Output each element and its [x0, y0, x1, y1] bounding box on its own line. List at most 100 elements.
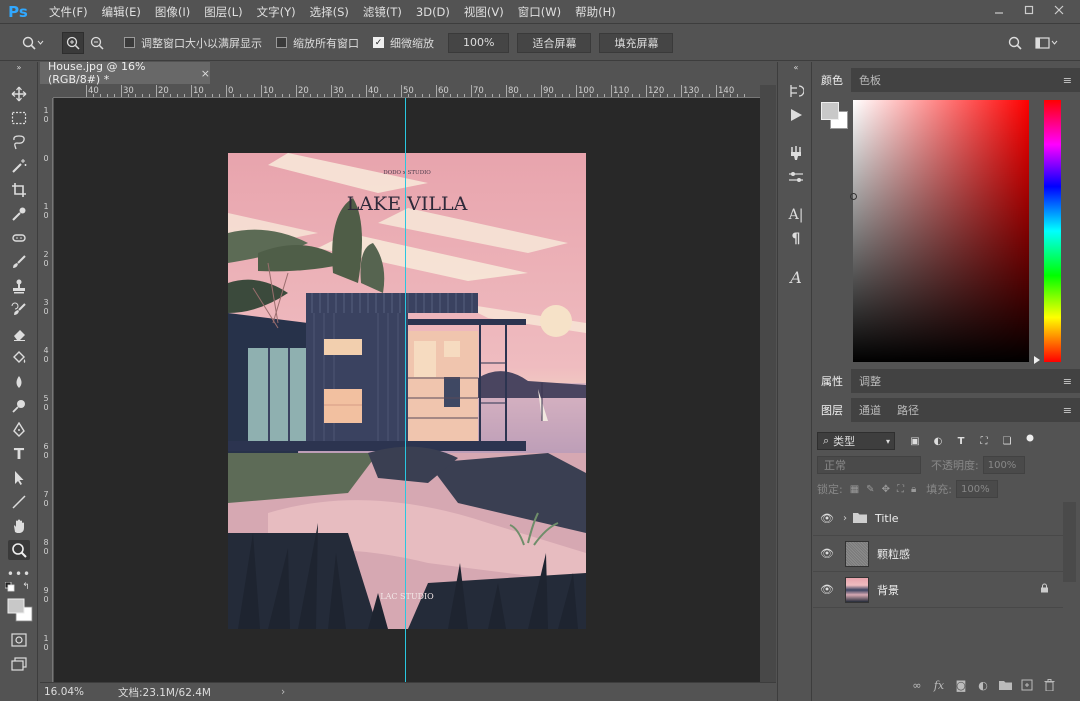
menu-type[interactable]: 文字(Y)	[250, 0, 303, 24]
lock-all-icon[interactable]: 🔒︎	[911, 484, 916, 495]
marquee-tool-icon[interactable]	[8, 108, 30, 128]
menu-layer[interactable]: 图层(L)	[197, 0, 249, 24]
lock-image-icon[interactable]: ✎	[866, 484, 874, 495]
lock-transparent-icon[interactable]: ▦	[850, 484, 859, 495]
tab-properties[interactable]: 属性	[813, 369, 851, 393]
layer-kind-filter[interactable]: ⌕ 类型 ▾	[817, 432, 895, 450]
clone-stamp-tool-icon[interactable]	[8, 276, 30, 296]
swap-colors-icon[interactable]: ↰	[20, 582, 32, 592]
lock-position-icon[interactable]: ✥	[882, 484, 890, 495]
scrubby-zoom-box[interactable]: ✓	[373, 37, 384, 48]
more-tools-icon[interactable]: •••	[7, 564, 30, 584]
zoom-in-icon[interactable]	[62, 31, 84, 54]
filter-type-icon[interactable]: T	[951, 432, 971, 450]
zoom-level[interactable]: 16.04%	[44, 686, 114, 698]
screen-mode-icon[interactable]	[8, 654, 30, 674]
properties-panel-menu-icon[interactable]: ≡	[1063, 375, 1072, 388]
eye-icon[interactable]: 👁︎	[813, 547, 841, 560]
menu-image[interactable]: 图像(I)	[148, 0, 197, 24]
collapse-tools-icon[interactable]: »	[8, 62, 30, 72]
filter-toggle-icon[interactable]	[1020, 432, 1040, 450]
trash-icon[interactable]	[1038, 676, 1060, 694]
default-colors-icon[interactable]	[4, 582, 16, 592]
fill-screen-button[interactable]: 填充屏幕	[599, 32, 674, 53]
color-swatches-icon[interactable]	[5, 596, 35, 624]
canvas-scrollbar[interactable]	[760, 85, 776, 682]
healing-brush-tool-icon[interactable]	[8, 228, 30, 248]
brush-settings-panel-icon[interactable]	[785, 142, 807, 164]
menu-window[interactable]: 窗口(W)	[511, 0, 568, 24]
link-icon[interactable]: ∞	[906, 676, 928, 694]
close-document-icon[interactable]: ×	[201, 67, 210, 80]
paragraph-panel-icon[interactable]: ¶	[785, 228, 807, 250]
resize-windows-box[interactable]	[124, 37, 135, 48]
eye-icon[interactable]: 👁︎	[813, 512, 841, 525]
fit-screen-button[interactable]: 适合屏幕	[517, 32, 592, 53]
path-selection-tool-icon[interactable]	[8, 468, 30, 488]
tab-adjustments[interactable]: 调整	[851, 369, 889, 393]
brush-presets-panel-icon[interactable]	[785, 166, 807, 188]
actions-panel-icon[interactable]	[785, 104, 807, 126]
eraser-tool-icon[interactable]	[8, 324, 30, 344]
eyedropper-tool-icon[interactable]	[8, 204, 30, 224]
lasso-tool-icon[interactable]	[8, 132, 30, 152]
color-picker-marker[interactable]	[850, 193, 857, 200]
magic-wand-tool-icon[interactable]	[8, 156, 30, 176]
hue-slider-marker[interactable]	[1034, 356, 1040, 364]
history-brush-tool-icon[interactable]	[8, 300, 30, 320]
zoom-all-checkbox[interactable]: 缩放所有窗口	[276, 35, 359, 51]
layers-panel-menu-icon[interactable]: ≡	[1063, 404, 1072, 417]
foreground-color-swatch[interactable]	[821, 102, 839, 120]
character-panel-icon[interactable]: A|	[785, 204, 807, 226]
paint-bucket-tool-icon[interactable]	[8, 348, 30, 368]
fx-icon[interactable]: fx	[928, 676, 950, 694]
filter-shape-icon[interactable]: ⛶	[974, 432, 994, 450]
menu-select[interactable]: 选择(S)	[303, 0, 356, 24]
glyphs-panel-icon[interactable]: A	[785, 266, 807, 288]
folder-icon[interactable]	[994, 676, 1016, 694]
ruler-top[interactable]: 40 30 20 10 0 10 20 30 40 50 60 70 80 90 100 110 120 130 1…	[53, 85, 760, 98]
opacity-input[interactable]: 100%	[982, 456, 1025, 474]
scrubby-zoom-checkbox[interactable]: ✓ 细微缩放	[373, 35, 434, 51]
line-tool-icon[interactable]	[8, 492, 30, 512]
filter-adjustment-icon[interactable]: ◐	[928, 432, 948, 450]
hand-tool-icon[interactable]	[8, 516, 30, 536]
close-icon[interactable]	[1044, 0, 1074, 20]
adjustment-icon[interactable]: ◐	[972, 676, 994, 694]
zoom-out-icon[interactable]	[86, 32, 108, 54]
chevron-right-icon[interactable]: ›	[843, 513, 847, 524]
quick-mask-icon[interactable]	[8, 630, 30, 650]
tab-layers[interactable]: 图层	[813, 398, 851, 422]
tab-swatches[interactable]: 色板	[851, 68, 889, 92]
zoom-tool-preset-icon[interactable]	[18, 32, 48, 54]
hue-slider[interactable]	[1044, 100, 1061, 362]
search-icon[interactable]	[1004, 32, 1026, 54]
blend-mode-select[interactable]: 正常	[817, 456, 921, 474]
menu-filter[interactable]: 滤镜(T)	[356, 0, 409, 24]
resize-windows-checkbox[interactable]: 调整窗口大小以满屏显示	[124, 35, 262, 51]
tab-paths[interactable]: 路径	[889, 398, 927, 422]
layer-row-title[interactable]: 👁︎ › Title	[813, 502, 1063, 536]
blur-tool-icon[interactable]	[8, 372, 30, 392]
tab-channels[interactable]: 通道	[851, 398, 889, 422]
workspace-icon[interactable]	[1032, 32, 1062, 54]
zoom-100-button[interactable]: 100%	[448, 32, 510, 53]
menu-help[interactable]: 帮助(H)	[568, 0, 623, 24]
layers-scrollbar[interactable]	[1063, 502, 1076, 582]
pen-tool-icon[interactable]	[8, 420, 30, 440]
layer-row-background[interactable]: 👁︎ 背景	[813, 572, 1063, 608]
vertical-guide[interactable]	[405, 98, 406, 682]
move-tool-icon[interactable]	[8, 84, 30, 104]
type-tool-icon[interactable]: T	[8, 444, 30, 464]
new-layer-icon[interactable]	[1016, 676, 1038, 694]
crop-tool-icon[interactable]	[8, 180, 30, 200]
collapse-dock-icon[interactable]: «	[785, 62, 807, 72]
lock-artboard-icon[interactable]: ⛶	[897, 484, 904, 495]
document-tab[interactable]: House.jpg @ 16%(RGB/8#) * ×	[40, 60, 210, 86]
menu-edit[interactable]: 编辑(E)	[95, 0, 148, 24]
filter-smart-object-icon[interactable]: ❏	[997, 432, 1017, 450]
history-panel-icon[interactable]	[785, 80, 807, 102]
brush-tool-icon[interactable]	[8, 252, 30, 272]
eye-icon[interactable]: 👁︎	[813, 583, 841, 596]
menu-file[interactable]: 文件(F)	[42, 0, 95, 24]
